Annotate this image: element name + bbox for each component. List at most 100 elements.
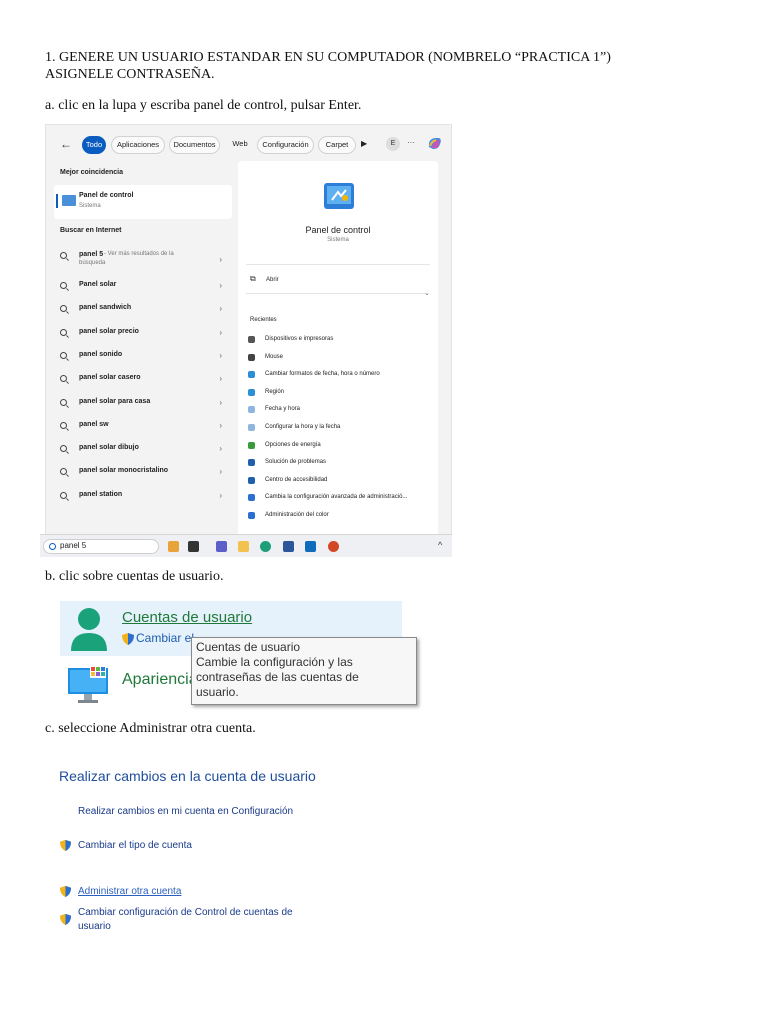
chevron-right-icon: › [219, 327, 222, 337]
search-icon [60, 328, 67, 336]
change-account-link[interactable]: Cambiar el [136, 631, 194, 645]
open-icon: ⧉ [250, 274, 256, 283]
chevron-right-icon: › [219, 281, 222, 290]
chevron-down-icon[interactable]: ⌄ [424, 289, 430, 297]
recent-item-icon [248, 371, 255, 379]
file-explorer-icon[interactable] [238, 541, 249, 552]
recent-item-icon [248, 476, 255, 484]
user-accounts-link[interactable]: Cuentas de usuario [122, 609, 252, 626]
back-arrow-icon[interactable]: ← [60, 137, 72, 151]
chevron-right-icon: › [219, 255, 222, 264]
appearance-link[interactable]: Apariencia [122, 671, 198, 689]
app-icon[interactable] [168, 541, 179, 552]
suggestion-item[interactable]: panel station › [60, 491, 230, 505]
step-b-text: b. clic sobre cuentas de usuario. [45, 569, 224, 584]
chevron-right-icon: › [219, 467, 222, 477]
recent-item-icon [248, 441, 255, 449]
search-icon [60, 468, 67, 476]
recent-title: Recientes [250, 317, 277, 323]
tab-carpetas[interactable]: Carpet [318, 136, 356, 154]
suggestion-item[interactable]: panel solar precio › [60, 328, 230, 342]
user-account-panel: Realizar cambios en la cuenta de usuario… [45, 755, 316, 940]
suggestion-item[interactable]: panel sonido › [60, 351, 230, 365]
chevron-right-icon: › [219, 350, 222, 360]
search-icon [60, 282, 67, 289]
tooltip-line: Cambie la configuración y las [196, 655, 353, 669]
search-icon [60, 305, 67, 313]
user-icon [68, 607, 110, 651]
suggestion-item[interactable]: panel solar dibujo › [60, 444, 230, 458]
tab-todo[interactable]: Todo [82, 136, 106, 154]
suggestion-item[interactable]: panel sandwich › [60, 304, 230, 318]
control-panel-large-icon [324, 183, 354, 209]
search-icon [60, 421, 67, 429]
chevron-right-icon: › [219, 444, 222, 454]
search-icon [60, 491, 67, 499]
chevron-right-icon: › [219, 490, 222, 500]
chevron-right-icon: › [219, 397, 222, 407]
suggestion-item[interactable]: Panel solar › [60, 281, 230, 295]
tooltip-title: Cuentas de usuario [196, 640, 301, 654]
suggestion-item[interactable]: panel solar monocristalino › [60, 467, 230, 481]
suggestion-item[interactable]: panel sw › [60, 421, 230, 435]
best-match-title: Mejor coincidencia [60, 169, 124, 176]
recent-item-icon [248, 353, 255, 361]
recent-item-icon [248, 424, 255, 431]
task-view-icon[interactable] [188, 541, 199, 552]
taskbar: panel 5 ^ [40, 534, 452, 557]
best-match-name: Panel de control [79, 192, 134, 199]
taskbar-search-input[interactable]: panel 5 [60, 541, 86, 550]
recent-item-icon [248, 406, 255, 414]
search-icon [60, 375, 67, 383]
suggestion-item[interactable]: panel solar casero › [60, 374, 230, 388]
step1-line1: 1. GENERE UN USUARIO ESTANDAR EN SU COMP… [45, 50, 611, 65]
recent-item-icon [248, 494, 255, 502]
appearance-icon [66, 664, 110, 704]
manage-other-account-link[interactable]: Administrar otra cuenta [78, 886, 181, 897]
tooltip-line: contraseñas de las cuentas de [196, 670, 359, 684]
shield-icon [59, 885, 72, 898]
suggestion-item[interactable]: panel 5 - Ver más resultados de la búsqu… [60, 251, 230, 271]
best-match-card[interactable]: Panel de control Sistema [54, 185, 232, 219]
teams-icon[interactable] [216, 541, 227, 552]
chevron-right-icon: › [219, 304, 222, 314]
result-detail-card: Panel de control Sistema ⧉ Abrir ⌄ Recie… [238, 161, 438, 556]
powerpoint-icon[interactable] [328, 541, 339, 552]
tab-web[interactable]: Web [229, 136, 251, 154]
avatar[interactable]: E [386, 137, 400, 151]
shield-icon [59, 913, 72, 926]
edge-icon[interactable] [260, 541, 271, 552]
best-match-sub: Sistema [79, 203, 101, 209]
tab-aplicaciones[interactable]: Aplicaciones [111, 136, 165, 154]
tooltip: Cuentas de usuario Cambie la configuraci… [191, 637, 417, 705]
uac-settings-link[interactable]: Cambiar configuración de Control de cuen… [78, 907, 293, 918]
chevron-right-icon: › [219, 374, 222, 384]
tab-documentos[interactable]: Documentos [169, 136, 220, 154]
detail-sub: Sistema [327, 237, 349, 243]
store-icon[interactable] [283, 541, 294, 552]
control-panel-icon [62, 195, 76, 206]
change-account-type-link[interactable]: Cambiar el tipo de cuenta [78, 840, 192, 851]
open-button[interactable]: Abrir [266, 277, 279, 283]
search-icon [60, 398, 67, 406]
page-title: Realizar cambios en la cuenta de usuario [59, 768, 316, 784]
detail-name: Panel de control [305, 225, 371, 235]
play-icon[interactable]: ▶ [361, 139, 367, 148]
settings-link[interactable]: Realizar cambios en mi cuenta en Configu… [78, 806, 293, 817]
tray-chevron-icon[interactable]: ^ [438, 540, 442, 550]
more-icon[interactable]: ··· [407, 138, 415, 147]
control-panel-category: Cuentas de usuario Cambiar el Apariencia… [60, 601, 417, 706]
shield-icon [59, 839, 72, 852]
taskbar-search-box[interactable]: panel 5 [43, 539, 159, 554]
uac-settings-link-line2[interactable]: usuario [78, 921, 111, 932]
windows-search-panel: ← Todo Aplicaciones Documentos Web Confi… [45, 124, 452, 557]
outlook-icon[interactable] [305, 541, 316, 552]
chevron-right-icon: › [219, 420, 222, 430]
suggestion-item[interactable]: panel solar para casa › [60, 398, 230, 412]
step-c-text: c. seleccione Administrar otra cuenta. [45, 721, 256, 736]
search-icon [60, 252, 67, 259]
step-a-text: a. clic en la lupa y escriba panel de co… [45, 98, 362, 113]
tab-configuracion[interactable]: Configuración [257, 136, 314, 154]
copilot-icon[interactable] [426, 135, 443, 152]
search-icon [60, 445, 67, 453]
